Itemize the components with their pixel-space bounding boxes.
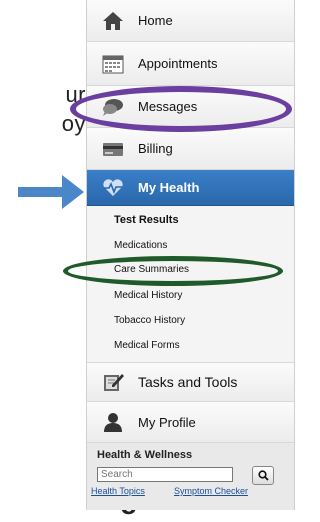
- nav-label-appointments: Appointments: [138, 56, 218, 71]
- person-icon: [102, 412, 124, 432]
- sidebar-nav: Home Appointments Messages Billing My He…: [86, 0, 295, 510]
- health-wellness-title: Health & Wellness: [97, 449, 193, 461]
- highlight-oval-messages: [70, 86, 292, 132]
- nav-label-tasks-and-tools: Tasks and Tools: [138, 374, 238, 390]
- highlight-oval-care-summaries: [63, 256, 283, 286]
- search-button[interactable]: [252, 466, 274, 485]
- submenu-medical-history[interactable]: Medical History: [114, 290, 182, 301]
- submenu-test-results[interactable]: Test Results: [114, 214, 179, 226]
- health-search-input[interactable]: [97, 467, 233, 482]
- nav-item-my-profile[interactable]: My Profile: [87, 402, 294, 443]
- nav-label-my-health: My Health: [138, 180, 200, 195]
- search-icon: [257, 470, 269, 481]
- nav-item-billing[interactable]: Billing: [87, 128, 294, 170]
- nav-label-home: Home: [138, 13, 173, 28]
- nav-label-billing: Billing: [138, 141, 173, 156]
- home-icon: [102, 11, 124, 31]
- submenu-medications[interactable]: Medications: [114, 240, 167, 251]
- nav-item-tasks-and-tools[interactable]: Tasks and Tools: [87, 362, 294, 402]
- calendar-icon: [102, 54, 124, 74]
- health-wellness-panel: Health & Wellness Health Topics Symptom …: [87, 443, 294, 510]
- clipboard-pencil-icon: [102, 372, 124, 392]
- credit-card-icon: [102, 139, 124, 159]
- nav-label-my-profile: My Profile: [138, 414, 196, 430]
- nav-item-home[interactable]: Home: [87, 0, 294, 42]
- heart-pulse-icon: [102, 178, 124, 198]
- submenu-medical-forms[interactable]: Medical Forms: [114, 340, 180, 351]
- submenu-tobacco-history[interactable]: Tobacco History: [114, 315, 185, 326]
- link-symptom-checker[interactable]: Symptom Checker: [174, 486, 248, 496]
- nav-item-my-health[interactable]: My Health: [87, 170, 294, 206]
- nav-item-appointments[interactable]: Appointments: [87, 42, 294, 86]
- link-health-topics[interactable]: Health Topics: [91, 486, 145, 496]
- annotation-arrow-icon: [18, 175, 84, 209]
